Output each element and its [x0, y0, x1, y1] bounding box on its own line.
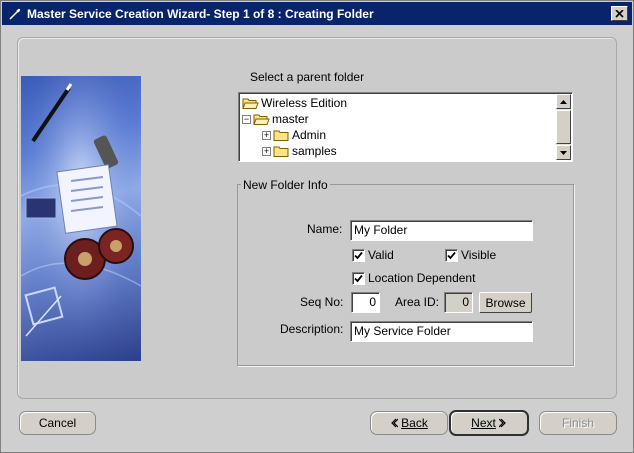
wizard-window: Master Service Creation Wizard- Step 1 o…	[0, 0, 634, 453]
arrow-down-icon	[560, 150, 567, 155]
back-label: Back	[401, 416, 428, 430]
arrow-up-icon	[560, 99, 567, 104]
close-icon	[615, 9, 624, 18]
tree-item-admin[interactable]: + Admin	[262, 127, 326, 143]
checkbox-box[interactable]	[445, 248, 458, 262]
chevron-left-icon	[391, 418, 399, 428]
scroll-up-button[interactable]	[556, 94, 571, 109]
valid-label: Valid	[368, 248, 394, 262]
next-button[interactable]: Next	[449, 410, 529, 436]
tree-item-label: Admin	[292, 128, 327, 142]
cancel-button[interactable]: Cancel	[19, 411, 96, 435]
expand-icon[interactable]: +	[262, 130, 271, 140]
check-icon	[354, 251, 363, 259]
tree-item-label: master	[272, 112, 309, 126]
tree-item-wireless-edition[interactable]: Wireless Edition	[242, 95, 347, 111]
folder-icon	[273, 146, 289, 157]
folder-open-icon	[253, 114, 270, 125]
wizard-illustration	[21, 76, 141, 361]
folder-tree[interactable]: Wireless Edition − master + Admin + samp…	[238, 92, 573, 162]
description-input[interactable]: My Service Folder	[350, 321, 533, 342]
seq-no-input[interactable]: 0	[351, 292, 380, 313]
area-id-input: 0	[444, 292, 473, 313]
tree-item-label: samples	[292, 144, 337, 158]
collapse-icon[interactable]: −	[242, 114, 251, 124]
group-title: New Folder Info	[241, 178, 330, 192]
finish-button: Finish	[539, 411, 617, 435]
close-button[interactable]	[611, 6, 628, 21]
expand-icon[interactable]: +	[262, 146, 271, 156]
chevron-right-icon	[498, 418, 506, 428]
folder-open-icon	[242, 98, 259, 109]
folder-icon	[273, 130, 289, 141]
parent-folder-label: Select a parent folder	[250, 70, 365, 84]
tree-item-master[interactable]: − master	[242, 111, 309, 127]
location-dependent-label: Location Dependent	[368, 271, 476, 285]
visible-checkbox[interactable]: Visible	[445, 248, 496, 262]
location-dependent-checkbox[interactable]: Location Dependent	[352, 271, 475, 285]
title-bar: Master Service Creation Wizard- Step 1 o…	[2, 2, 632, 25]
check-icon	[354, 274, 363, 282]
area-id-label: Area ID:	[395, 295, 440, 309]
valid-checkbox[interactable]: Valid	[352, 248, 394, 262]
check-icon	[447, 251, 456, 259]
name-input[interactable]: My Folder	[350, 220, 533, 241]
next-label: Next	[471, 416, 496, 430]
scroll-down-button[interactable]	[556, 145, 571, 160]
checkbox-box[interactable]	[352, 271, 365, 285]
description-label: Description:	[280, 322, 344, 336]
visible-label: Visible	[461, 248, 497, 262]
tree-item-samples[interactable]: + samples	[262, 143, 337, 159]
window-title: Master Service Creation Wizard- Step 1 o…	[27, 6, 374, 21]
seq-no-label: Seq No:	[300, 295, 344, 309]
name-label: Name:	[307, 222, 343, 236]
back-button[interactable]: Back	[370, 411, 448, 435]
tree-item-label: Wireless Edition	[261, 96, 348, 110]
checkbox-box[interactable]	[352, 248, 365, 262]
browse-button[interactable]: Browse	[479, 292, 532, 313]
app-icon	[7, 6, 23, 22]
scroll-thumb[interactable]	[556, 110, 571, 144]
tree-scrollbar[interactable]	[556, 94, 571, 160]
